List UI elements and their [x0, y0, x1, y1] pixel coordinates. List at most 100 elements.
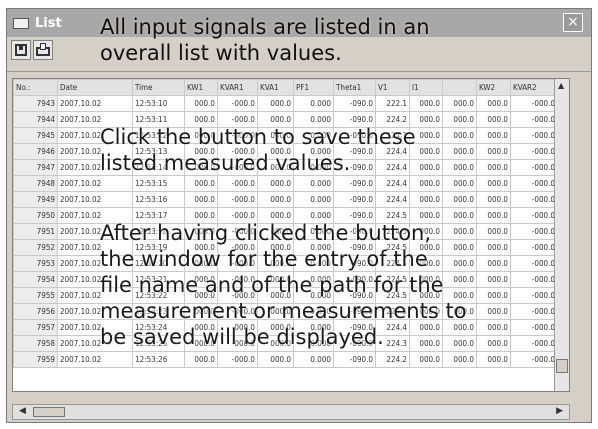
print-icon — [36, 43, 50, 56]
table-cell: 7949 — [13, 191, 58, 208]
table-cell: -090.0 — [333, 223, 376, 240]
table-cell: 000.0 — [184, 351, 218, 368]
table-row[interactable]: 7948 2007.10.02 12:53:15 000.0 -000.0 000.0 0.… — [13, 175, 558, 192]
column-header[interactable]: PF1 — [293, 79, 334, 96]
title-bar[interactable]: List × — [7, 9, 591, 37]
table-cell: 000.0 — [409, 351, 443, 368]
column-header[interactable]: Date — [57, 79, 133, 96]
table-cell: 000.0 — [476, 223, 511, 240]
table-cell: -090.0 — [333, 207, 376, 224]
horizontal-scrollbar[interactable]: ◀ ▶ — [12, 404, 570, 420]
table-cell: -000.0 — [217, 191, 258, 208]
table-cell: 12:53:25 — [132, 335, 185, 352]
table-row[interactable]: 7958 2007.10.02 12:53:25 000.0 -000.0 000.0 0.… — [13, 335, 558, 352]
table-cell: 2007.10.02 — [57, 143, 133, 160]
table-cell: 0.000 — [293, 223, 334, 240]
table-cell: 12:53:19 — [132, 239, 185, 256]
table-cell: 000.0 — [409, 223, 443, 240]
table-cell: 7958 — [13, 335, 58, 352]
table-row[interactable]: 7951 2007.10.02 12:53:18 000.0 -000.0 000.0 0.… — [13, 223, 558, 240]
scroll-up-arrow-icon[interactable]: ▲ — [558, 81, 564, 90]
table-cell: -000.0 — [510, 127, 558, 144]
table-cell: 2007.10.02 — [57, 223, 133, 240]
table-cell: 000.0 — [257, 159, 294, 176]
table-cell: 000.0 — [409, 287, 443, 304]
vertical-scrollbar[interactable]: ▲ — [554, 79, 569, 391]
table-cell: 7946 — [13, 143, 58, 160]
table-cell: 224.3 — [375, 335, 410, 352]
table-cell: -090.0 — [333, 191, 376, 208]
table-cell: 000.0 — [184, 287, 218, 304]
table-cell: -000.0 — [510, 223, 558, 240]
table-cell: 0.000 — [293, 191, 334, 208]
table-cell: 000.0 — [257, 111, 294, 128]
table-cell: 12:53:14 — [132, 159, 185, 176]
column-header[interactable]: KVAR2 — [510, 79, 558, 96]
table-cell: -090.0 — [333, 95, 376, 112]
column-header[interactable]: KW1 — [184, 79, 218, 96]
print-button[interactable] — [33, 40, 53, 60]
table-cell: -090.0 — [333, 271, 376, 288]
table-cell: -000.0 — [510, 255, 558, 272]
table-cell: 000.0 — [257, 207, 294, 224]
column-header[interactable]: KVA1 — [257, 79, 294, 96]
table-row[interactable]: 7944 2007.10.02 12:53:11 000.0 -000.0 000.0 0.… — [13, 111, 558, 128]
table-cell: -090.0 — [333, 127, 376, 144]
table-cell: 000.0 — [257, 303, 294, 320]
column-header[interactable]: KVAR1 — [217, 79, 258, 96]
table-cell: 2007.10.02 — [57, 207, 133, 224]
column-header[interactable]: No.: — [13, 79, 58, 96]
table-cell: 2007.10.02 — [57, 111, 133, 128]
table-cell: 000.0 — [476, 351, 511, 368]
table-cell: 7951 — [13, 223, 58, 240]
table-cell: 000.0 — [442, 287, 477, 304]
column-header[interactable]: Time — [132, 79, 185, 96]
table-cell: 000.0 — [476, 239, 511, 256]
table-cell: -000.0 — [510, 143, 558, 160]
close-button[interactable]: × — [563, 13, 583, 32]
table-row[interactable]: 7943 2007.10.02 12:53:10 000.0 -000.0 000.0 0.… — [13, 95, 558, 112]
table-cell: -090.0 — [333, 287, 376, 304]
table-cell: 000.0 — [184, 191, 218, 208]
horizontal-scroll-thumb[interactable] — [33, 407, 65, 417]
table-cell: 0.000 — [293, 239, 334, 256]
table-row[interactable]: 7959 2007.10.02 12:53:26 000.0 -000.0 000.0 0.… — [13, 351, 558, 368]
table-row[interactable]: 7957 2007.10.02 12:53:24 000.0 -000.0 000.0 0.… — [13, 319, 558, 336]
table-header-row: No.: Date Time KW1 KVAR1 KVA1 PF1 Theta1 V1 I1 KW2… — [13, 79, 558, 96]
table-row[interactable]: 7953 2007.10.02 12:53:20 000.0 -000.0 000.0 0.… — [13, 255, 558, 272]
save-button[interactable] — [11, 40, 31, 60]
table-row[interactable]: 7955 2007.10.02 12:53:22 000.0 -000.0 000.0 0.… — [13, 287, 558, 304]
table-cell: 2007.10.02 — [57, 175, 133, 192]
table-cell: 224.5 — [375, 239, 410, 256]
table-row[interactable]: 7946 2007.10.02 12:53:13 000.0 -000.0 000.0 0.… — [13, 143, 558, 160]
table-row[interactable]: 7950 2007.10.02 12:53:17 000.0 -000.0 000.0 0.… — [13, 207, 558, 224]
table-cell: 000.0 — [476, 95, 511, 112]
table-cell: 12:53:20 — [132, 255, 185, 272]
table-row[interactable]: 7945 2007.10.02 12:53:12 000.0 -000.0 000.0 0.… — [13, 127, 558, 144]
table-cell: 7953 — [13, 255, 58, 272]
scroll-left-arrow-icon[interactable]: ◀ — [19, 406, 26, 416]
scroll-right-arrow-icon[interactable]: ▶ — [556, 406, 563, 416]
table-row[interactable]: 7956 2007.10.02 12:53:23 000.0 -000.0 000.0 0.… — [13, 303, 558, 320]
table-row[interactable]: 7947 2007.10.02 12:53:14 000.0 -000.0 000.0 0.… — [13, 159, 558, 176]
table-cell: 12:53:22 — [132, 287, 185, 304]
table-cell: 224.5 — [375, 255, 410, 272]
table-row[interactable]: 7952 2007.10.02 12:53:19 000.0 -000.0 000.0 0.… — [13, 239, 558, 256]
column-header[interactable] — [442, 79, 477, 96]
column-header[interactable]: V1 — [375, 79, 410, 96]
table-cell: 000.0 — [409, 127, 443, 144]
table-cell: 12:53:24 — [132, 319, 185, 336]
table-cell: 0.000 — [293, 335, 334, 352]
vertical-scroll-thumb[interactable] — [556, 359, 568, 373]
column-header[interactable]: Theta1 — [333, 79, 376, 96]
table-cell: 000.0 — [409, 335, 443, 352]
table-cell: 000.0 — [409, 319, 443, 336]
table-cell: 2007.10.02 — [57, 127, 133, 144]
table-row[interactable]: 7954 2007.10.02 12:53:21 000.0 -000.0 000.0 0.… — [13, 271, 558, 288]
table-row[interactable]: 7949 2007.10.02 12:53:16 000.0 -000.0 000.0 0.… — [13, 191, 558, 208]
table-cell: 12:53:23 — [132, 303, 185, 320]
column-header[interactable]: KW2 — [476, 79, 511, 96]
table-cell: 000.0 — [257, 127, 294, 144]
table-cell: 7947 — [13, 159, 58, 176]
column-header[interactable]: I1 — [409, 79, 443, 96]
